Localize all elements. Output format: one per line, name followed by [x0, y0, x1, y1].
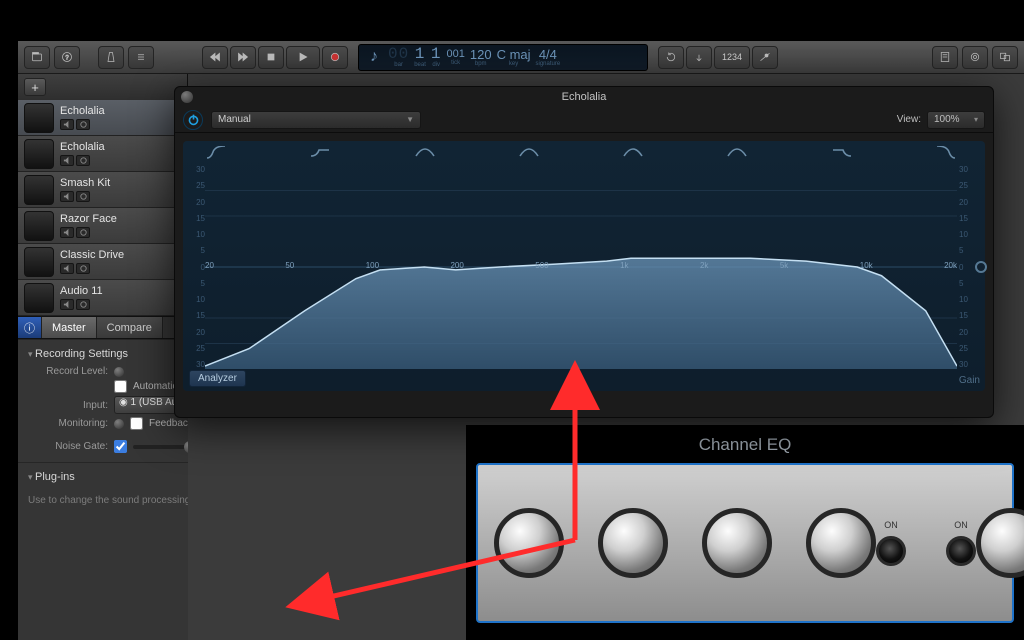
eq-knob-5[interactable]: [976, 508, 1024, 578]
track-row[interactable]: Echolalia: [18, 100, 187, 136]
lcd-key-value: C maj: [497, 48, 531, 61]
track-row[interactable]: Audio 11: [18, 280, 187, 316]
track-name: Classic Drive: [60, 249, 124, 261]
mute-icon[interactable]: [60, 119, 74, 130]
mute-icon[interactable]: [60, 191, 74, 202]
lcd-beat-value: 1: [415, 46, 426, 62]
eq-graph[interactable]: [205, 165, 957, 369]
tab-info[interactable]: ⓘ: [18, 317, 42, 338]
power-button[interactable]: [183, 110, 203, 130]
analyzer-button[interactable]: Analyzer: [189, 370, 246, 387]
para2-band-icon[interactable]: [518, 146, 540, 163]
notepad-button[interactable]: [932, 46, 958, 69]
track-thumb: [24, 283, 54, 313]
metronome-button[interactable]: [98, 46, 124, 69]
view-label: View:: [897, 114, 921, 125]
track-thumb: [24, 211, 54, 241]
solo-icon[interactable]: [76, 155, 90, 166]
track-row[interactable]: Echolalia: [18, 136, 187, 172]
transport-group: [202, 46, 348, 69]
tab-compare[interactable]: Compare: [97, 317, 163, 338]
track-thumb: [24, 175, 54, 205]
lcd-bar-value: 00: [388, 46, 409, 62]
para3-band-icon[interactable]: [622, 146, 644, 163]
jack-1[interactable]: [876, 536, 906, 566]
track-thumb: [24, 139, 54, 169]
track-row[interactable]: Razor Face: [18, 208, 187, 244]
svg-text:?: ?: [65, 55, 69, 61]
low-cut-band-icon[interactable]: [205, 146, 227, 163]
lcd-tick-value: 001: [447, 49, 465, 60]
record-button[interactable]: [322, 46, 348, 69]
countin-button[interactable]: [128, 46, 154, 69]
track-name: Razor Face: [60, 213, 117, 225]
gain-label: Gain: [959, 375, 980, 386]
channel-eq-hardware: Channel EQ ON ON: [466, 425, 1024, 640]
eq-knob-3[interactable]: [702, 508, 772, 578]
channel-eq-plugin-window[interactable]: Echolalia Manual▼ View: 100%▾ 3025201510…: [174, 86, 994, 418]
lcd-bpm-value: 120: [470, 48, 492, 61]
help-button[interactable]: ?: [54, 46, 80, 69]
stop-button[interactable]: [258, 46, 284, 69]
noise-gate-checkbox[interactable]: [114, 440, 127, 453]
eq-knob-1[interactable]: [494, 508, 564, 578]
cycle-button[interactable]: [658, 46, 684, 69]
mute-icon[interactable]: [60, 155, 74, 166]
preset-select[interactable]: Manual▼: [211, 111, 421, 129]
tab-master[interactable]: Master: [42, 317, 97, 338]
track-row[interactable]: Classic Drive: [18, 244, 187, 280]
track-name: Smash Kit: [60, 177, 110, 189]
solo-icon[interactable]: [76, 119, 90, 130]
feedback-checkbox[interactable]: [130, 417, 143, 430]
forward-button[interactable]: [230, 46, 256, 69]
track-thumb: [24, 103, 54, 133]
solo-icon[interactable]: [76, 299, 90, 310]
solo-icon[interactable]: [76, 263, 90, 274]
view-zoom-select[interactable]: 100%▾: [927, 111, 985, 129]
display-mode-button[interactable]: 1234: [714, 46, 750, 69]
close-icon[interactable]: [181, 91, 193, 103]
para1-band-icon[interactable]: [414, 146, 436, 163]
eq-knob-2[interactable]: [598, 508, 668, 578]
eq-knob-4[interactable]: [806, 508, 876, 578]
track-name: Audio 11: [60, 285, 103, 297]
track-thumb: [24, 247, 54, 277]
mute-icon[interactable]: [60, 227, 74, 238]
pedal-title: Channel EQ: [476, 435, 1014, 455]
mute-icon[interactable]: [60, 299, 74, 310]
low-shelf-band-icon[interactable]: [309, 146, 331, 163]
monitoring-knob[interactable]: [114, 419, 124, 429]
mute-icon[interactable]: [60, 263, 74, 274]
track-row[interactable]: Smash Kit: [18, 172, 187, 208]
master-volume-button[interactable]: [752, 46, 778, 69]
add-track-button[interactable]: +: [24, 78, 46, 96]
solo-icon[interactable]: [76, 191, 90, 202]
lcd-div-value: 1: [431, 46, 442, 62]
high-shelf-band-icon[interactable]: [831, 146, 853, 163]
gain-handle[interactable]: [975, 261, 987, 273]
para4-band-icon[interactable]: [726, 146, 748, 163]
rewind-button[interactable]: [202, 46, 228, 69]
tuner-button[interactable]: [686, 46, 712, 69]
record-level-knob[interactable]: [114, 367, 124, 377]
jack-2[interactable]: [946, 536, 976, 566]
media-button[interactable]: [992, 46, 1018, 69]
play-button[interactable]: [286, 46, 320, 69]
track-name: Echolalia: [60, 141, 105, 153]
top-toolbar: ? ♪ 00bar 1beat 1div 001tick 120bpm C ma…: [18, 41, 1024, 74]
loops-button[interactable]: [962, 46, 988, 69]
library-button[interactable]: [24, 46, 50, 69]
high-cut-band-icon[interactable]: [935, 146, 957, 163]
track-name: Echolalia: [60, 105, 105, 117]
auto-level-checkbox[interactable]: [114, 380, 127, 393]
lcd-sig-value: 4/4: [539, 48, 557, 61]
lcd-display[interactable]: ♪ 00bar 1beat 1div 001tick 120bpm C majk…: [358, 44, 648, 71]
plugin-title: Echolalia: [562, 91, 607, 103]
solo-icon[interactable]: [76, 227, 90, 238]
note-icon: ♪: [365, 48, 383, 66]
